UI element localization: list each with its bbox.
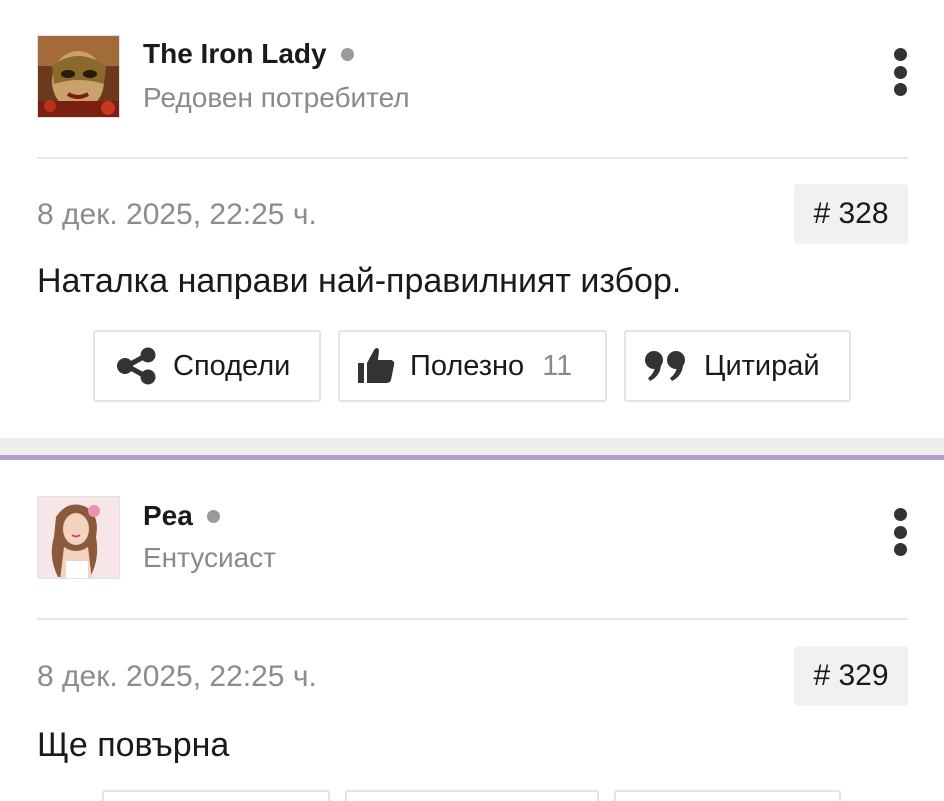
author-rank: Ентусиаст: [143, 542, 276, 573]
share-button[interactable]: Сподели: [93, 330, 321, 402]
thumbs-up-icon: [356, 346, 396, 386]
like-button[interactable]: Полезно 11: [338, 330, 607, 402]
post-329: Pea Ентусиаст 8 дек. 2025, 22:25 ч. # 32…: [0, 460, 944, 801]
like-button[interactable]: [345, 790, 599, 801]
post-328: The Iron Lady Редовен потребител 8 дек. …: [0, 0, 944, 438]
post-menu-button[interactable]: [884, 504, 916, 560]
quote-icon: [644, 349, 690, 383]
divider: [37, 157, 908, 159]
post-message: Ще повърна: [37, 726, 230, 764]
kebab-dot: [893, 543, 907, 556]
kebab-dot: [893, 508, 907, 521]
author-name-text[interactable]: The Iron Lady: [143, 38, 327, 70]
like-count: 11: [542, 349, 573, 382]
author-name[interactable]: The Iron Lady: [143, 38, 354, 70]
post-number-link[interactable]: # 329: [794, 646, 908, 706]
like-label: Полезно: [410, 349, 525, 382]
avatar-image: [38, 497, 119, 578]
avatar[interactable]: [37, 35, 120, 118]
author-name[interactable]: Pea: [143, 500, 220, 532]
kebab-dot: [893, 48, 907, 61]
kebab-dot: [893, 83, 907, 96]
avatar[interactable]: [37, 496, 120, 579]
share-icon: [115, 347, 159, 385]
quote-button[interactable]: [614, 790, 841, 801]
online-status-icon: [206, 509, 220, 523]
share-button[interactable]: [102, 790, 330, 801]
kebab-dot: [893, 65, 907, 79]
quote-label: Цитирай: [704, 349, 820, 382]
author-rank: Редовен потребител: [143, 82, 410, 113]
online-status-icon: [340, 47, 354, 61]
divider: [37, 618, 908, 620]
post-actions: Сподели Полезно 11 Цитирай: [93, 330, 851, 402]
author-name-text[interactable]: Pea: [143, 500, 193, 532]
quote-button[interactable]: Цитирай: [624, 330, 851, 402]
post-date: 8 дек. 2025, 22:25 ч.: [37, 198, 317, 231]
post-actions: [0, 790, 944, 801]
post-menu-button[interactable]: [884, 44, 916, 100]
avatar-image: [38, 36, 119, 117]
post-date: 8 дек. 2025, 22:25 ч.: [37, 660, 317, 693]
post-message: Наталка направи най-правилният избор.: [37, 262, 682, 300]
share-label: Сподели: [173, 349, 291, 382]
post-number-link[interactable]: # 328: [794, 184, 908, 244]
kebab-dot: [893, 525, 907, 539]
post-separator: [0, 438, 944, 455]
